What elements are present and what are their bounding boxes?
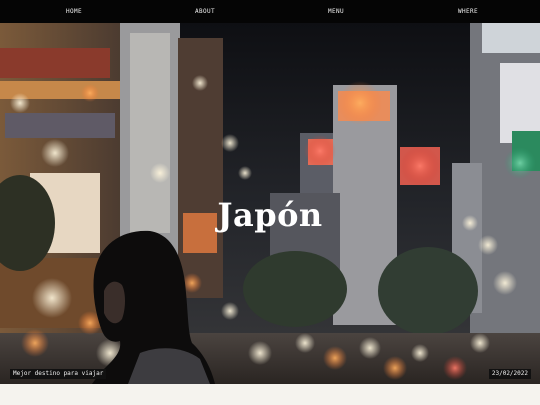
hero-title: Japón [217, 196, 323, 235]
hero-date: 23/02/2022 [488, 369, 531, 379]
nav-menu-link[interactable]: MENU [328, 0, 344, 23]
hero-banner: Japón Mejor destino para viajar 23/02/20… [0, 23, 540, 384]
page-bottom-strip [0, 384, 540, 405]
nav-where-link[interactable]: WHERE [458, 0, 478, 23]
top-navigation: HOME ABOUT MENU WHERE [0, 0, 540, 23]
hero-caption: Mejor destino para viajar [10, 369, 107, 379]
nav-home-link[interactable]: HOME [66, 0, 82, 23]
nav-about-link[interactable]: ABOUT [195, 0, 215, 23]
